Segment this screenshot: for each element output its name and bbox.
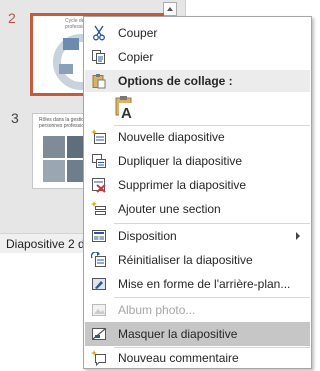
menu-item-format-background[interactable]: Mise en forme de l'arrière-plan... [85, 272, 310, 296]
format-background-icon [92, 278, 106, 290]
clipboard-icon [92, 74, 106, 89]
paste-options-label: Options de collage : [118, 74, 233, 88]
photo-album-icon [92, 304, 106, 316]
menu-item-copy[interactable]: Copier [85, 45, 310, 69]
menu-item-label: Réinitialiser la diapositive [118, 253, 253, 267]
menu-item-label: Nouveau commentaire [118, 351, 239, 365]
menu-item-label: Mise en forme de l'arrière-plan... [118, 277, 291, 291]
menu-item-layout[interactable]: Disposition [85, 224, 310, 248]
menu-item-cut[interactable]: Couper [85, 21, 310, 45]
new-comment-icon [91, 350, 106, 366]
context-menu: Couper Copier Options de collage : A Nou… [83, 16, 312, 369]
hide-slide-icon [92, 328, 106, 340]
menu-item-label: Dupliquer la diapositive [118, 154, 243, 168]
paste-options-header: Options de collage : [85, 70, 310, 92]
layout-icon [92, 230, 106, 242]
submenu-arrow-icon [296, 232, 300, 240]
delete-slide-icon [92, 178, 106, 193]
menu-item-hide-slide[interactable]: Masquer la diapositive [85, 322, 310, 346]
menu-item-photo-album: Album photo... [85, 298, 310, 322]
menu-item-label: Ajouter une section [118, 202, 221, 216]
menu-item-label: Nouvelle diapositive [118, 130, 225, 144]
menu-item-label: Supprimer la diapositive [118, 178, 247, 192]
menu-item-reset-slide[interactable]: Réinitialiser la diapositive [85, 248, 310, 272]
paste-text-only-icon: A [115, 96, 133, 122]
menu-item-new-comment[interactable]: Nouveau commentaire [85, 346, 310, 370]
slide-number: 3 [11, 110, 19, 126]
reset-slide-icon [91, 252, 106, 267]
menu-item-label: Couper [118, 26, 158, 40]
scroll-up-button[interactable] [163, 2, 177, 16]
menu-item-duplicate-slide[interactable]: Dupliquer la diapositive [85, 149, 310, 173]
menu-item-label: Copier [118, 50, 154, 64]
menu-item-label: Masquer la diapositive [118, 327, 238, 341]
menu-item-new-slide[interactable]: Nouvelle diapositive [85, 125, 310, 149]
svg-text:A: A [121, 105, 132, 122]
new-slide-icon [91, 129, 106, 144]
copy-icon [92, 50, 105, 64]
slide-number: 2 [8, 10, 16, 26]
menu-item-label: Album photo... [118, 303, 196, 317]
paste-keep-text-only-button[interactable]: A [113, 95, 137, 123]
menu-item-delete-slide[interactable]: Supprimer la diapositive [85, 173, 310, 197]
menu-item-label: Disposition [118, 229, 177, 243]
duplicate-slide-icon [92, 154, 106, 168]
add-section-icon [91, 201, 106, 215]
menu-item-add-section[interactable]: Ajouter une section [85, 197, 310, 221]
scissors-icon [93, 25, 105, 41]
